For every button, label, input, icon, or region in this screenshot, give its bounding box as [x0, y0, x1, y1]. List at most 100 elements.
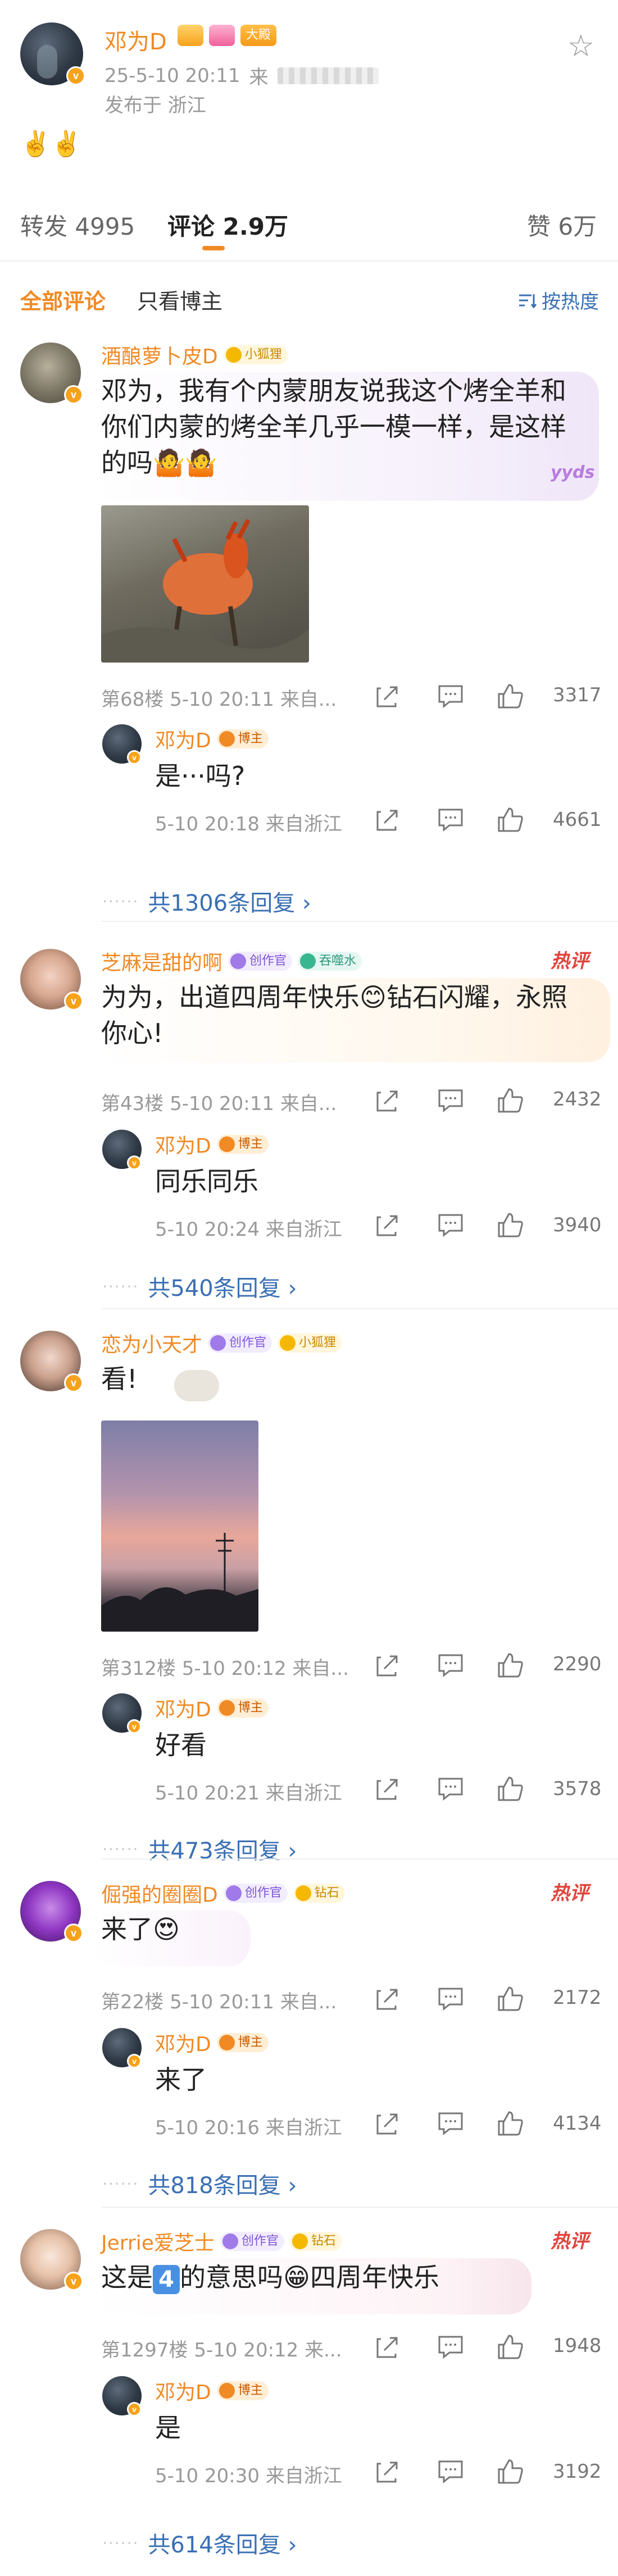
- post-meta: 25-5-10 20:11 来: [104, 62, 379, 89]
- author-name[interactable]: 邓为D: [104, 24, 167, 56]
- favorite-star-icon[interactable]: ☆: [564, 29, 598, 63]
- comment-item: v 倔强的圈圈D 创作官 钻石 热评 来了😍 第22楼 5-10 20:11 来…: [0, 1875, 618, 2212]
- share-icon[interactable]: [373, 1211, 402, 1240]
- more-replies-link[interactable]: 共473条回复 ›: [148, 1833, 297, 1865]
- reply-name-row: 邓为D 博主: [155, 724, 269, 753]
- comment-text: 来了😍: [101, 1914, 180, 1944]
- comment-actions: 第1297楼 5-10 20:12 来... 1948: [0, 2330, 618, 2364]
- reply-text: 来了: [155, 2065, 207, 2095]
- comment-text: 这是 4 的意思吗😁四周年快乐: [101, 2259, 584, 2295]
- share-icon[interactable]: [373, 2457, 402, 2486]
- more-replies[interactable]: ······ 共473条回复 ›: [102, 1833, 297, 1865]
- reply-text: 是···吗?: [155, 761, 246, 791]
- share-icon[interactable]: [373, 682, 402, 711]
- dots-icon: ······: [102, 2533, 139, 2552]
- more-replies[interactable]: ······ 共1306条回复 ›: [102, 885, 311, 917]
- dots-icon: ······: [102, 2174, 139, 2193]
- comment-icon[interactable]: [436, 2457, 465, 2486]
- more-replies[interactable]: ······ 共818条回复 ›: [102, 2167, 297, 2200]
- like-icon[interactable]: [496, 805, 525, 834]
- diamond-badge: 钻石: [289, 2232, 342, 2251]
- comment-actions: 第68楼 5-10 20:11 来自... 3317: [0, 679, 618, 713]
- share-icon[interactable]: [373, 1651, 402, 1680]
- comment-icon[interactable]: [436, 1211, 465, 1240]
- bubble-sticker-icon: [174, 1370, 219, 1401]
- reply-text: 同乐同乐: [155, 1166, 258, 1196]
- author-tag: 博主: [216, 1135, 269, 1154]
- comment-actions: 第43楼 5-10 20:11 来自... 2432: [0, 1084, 618, 1117]
- comment-icon[interactable]: [436, 1984, 465, 2013]
- more-replies[interactable]: ······ 共540条回复 ›: [102, 1270, 297, 1303]
- comment-icon[interactable]: [436, 2109, 465, 2138]
- commenter-name[interactable]: 倔强的圈圈D: [101, 1879, 218, 1908]
- like-icon[interactable]: [496, 2109, 525, 2138]
- comment-text: 为为，出道四周年快乐😊钻石闪耀，永照你心!: [101, 982, 567, 1048]
- sunset-image: [101, 1533, 258, 1632]
- reply-author[interactable]: 邓为D: [155, 2028, 211, 2057]
- like-icon[interactable]: [496, 1086, 525, 1115]
- tab-comments[interactable]: 评论 2.9万: [167, 208, 288, 242]
- stat-tabs: 转发 4995 评论 2.9万 赞 6万: [0, 197, 618, 258]
- verified-badge-icon: v: [64, 1924, 83, 1943]
- like-count: 4134: [553, 2112, 602, 2135]
- more-replies-link[interactable]: 共1306条回复 ›: [148, 885, 311, 917]
- filter-all-comments[interactable]: 全部评论: [20, 284, 106, 315]
- more-replies-link[interactable]: 共540条回复 ›: [148, 1270, 297, 1303]
- comment-icon[interactable]: [436, 1651, 465, 1680]
- separator: [101, 921, 618, 922]
- share-icon[interactable]: [373, 1774, 402, 1803]
- reply-author[interactable]: 邓为D: [155, 1130, 211, 1159]
- separator: [101, 2207, 618, 2208]
- commenter-name[interactable]: 酒酿萝卜皮D: [101, 340, 218, 369]
- tab-repost[interactable]: 转发 4995: [20, 208, 135, 242]
- commenter-name[interactable]: Jerrie爱芝士: [101, 2227, 215, 2256]
- fan-badge: 小狐狸: [278, 1333, 342, 1353]
- commenter-name[interactable]: 芝麻是甜的啊: [101, 947, 222, 976]
- share-icon[interactable]: [373, 2332, 402, 2362]
- comment-meta: 第22楼 5-10 20:11 来自...: [101, 1991, 337, 2013]
- comment-image[interactable]: [101, 505, 309, 663]
- reply-name-row: 邓为D 博主: [155, 2376, 269, 2405]
- dots-icon: ······: [102, 892, 139, 911]
- like-icon[interactable]: [496, 1774, 525, 1803]
- like-icon[interactable]: [496, 2332, 525, 2362]
- comment-image[interactable]: [101, 1421, 258, 1632]
- reply-author[interactable]: 邓为D: [155, 1693, 211, 1723]
- like-icon[interactable]: [496, 682, 525, 711]
- hot-comment-label: 热评: [551, 950, 589, 972]
- reply-meta: 5-10 20:16 来自浙江: [155, 2117, 342, 2139]
- comment-icon[interactable]: [436, 1774, 465, 1803]
- tab-likes[interactable]: 赞 6万: [527, 208, 597, 242]
- sort-icon: [519, 294, 537, 308]
- comment-icon[interactable]: [436, 805, 465, 834]
- more-replies-link[interactable]: 共818条回复 ›: [148, 2167, 297, 2200]
- hot-comment-label: 热评: [551, 2230, 589, 2253]
- roast-lamb-image: [101, 519, 309, 663]
- more-replies[interactable]: ······ 共614条回复 ›: [102, 2527, 297, 2559]
- commenter-name-row: 恋为小天才 创作官 小狐狸: [101, 1328, 342, 1358]
- reply-name-row: 邓为D 博主: [155, 2028, 269, 2057]
- reply-author[interactable]: 邓为D: [155, 2376, 211, 2405]
- share-icon[interactable]: [373, 1086, 402, 1115]
- comment-icon[interactable]: [436, 682, 465, 711]
- filter-author-only[interactable]: 只看博主: [137, 284, 222, 315]
- comment-icon[interactable]: [436, 2332, 465, 2362]
- commenter-name-row: 芝麻是甜的啊 创作官 吞噬水: [101, 947, 362, 976]
- like-icon[interactable]: [496, 1651, 525, 1680]
- commenter-name-row: 倔强的圈圈D 创作官 钻石: [101, 1879, 345, 1908]
- like-count: 2172: [553, 1986, 602, 2009]
- like-icon[interactable]: [496, 2457, 525, 2486]
- reply-author[interactable]: 邓为D: [155, 724, 211, 753]
- verified-badge-icon: v: [127, 1719, 142, 1734]
- share-icon[interactable]: [373, 2109, 402, 2138]
- share-icon[interactable]: [373, 1984, 402, 2013]
- sort-button[interactable]: 按热度: [518, 286, 599, 314]
- comment-icon[interactable]: [436, 1086, 465, 1115]
- like-icon[interactable]: [496, 1984, 525, 2013]
- commenter-name[interactable]: 恋为小天才: [101, 1328, 202, 1358]
- comment-actions: 第22楼 5-10 20:11 来自... 2172: [0, 1982, 618, 2016]
- like-count: 3192: [553, 2460, 602, 2483]
- share-icon[interactable]: [373, 805, 402, 834]
- like-icon[interactable]: [496, 1211, 525, 1240]
- more-replies-link[interactable]: 共614条回复 ›: [148, 2527, 297, 2559]
